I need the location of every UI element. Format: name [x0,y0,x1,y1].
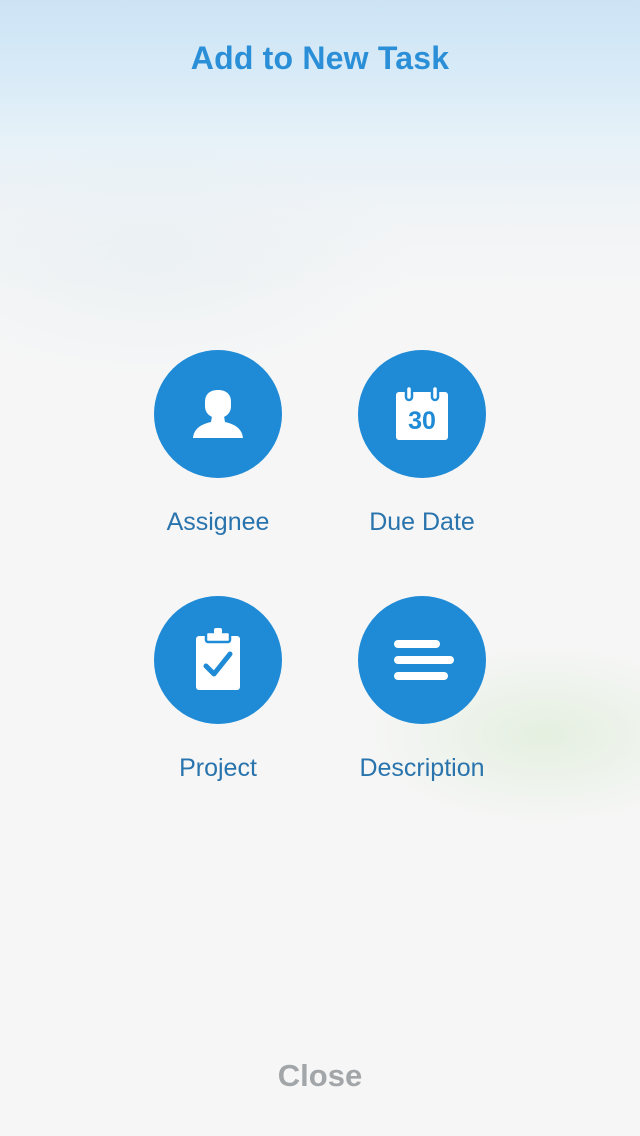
calendar-icon: 30 [396,384,448,440]
project-label: Project [179,754,257,782]
page-title: Add to New Task [190,40,450,76]
close-button[interactable]: Close [220,1052,420,1100]
project-option[interactable]: Project [108,596,328,796]
due-date-button[interactable]: 30 [358,350,486,478]
due-date-option[interactable]: 30 Due Date [312,350,532,550]
clipboard-check-icon [196,628,240,690]
assignee-label: Assignee [166,508,270,536]
assignee-option[interactable]: Assignee [108,350,328,550]
assignee-button[interactable] [154,350,282,478]
due-date-label: Due Date [369,508,475,536]
project-button[interactable] [154,596,282,724]
description-option[interactable]: Description [312,596,532,796]
description-label: Description [359,754,485,782]
calendar-date-text: 30 [408,407,436,435]
screen: Add to New Task Assignee 30 Due Date Pro… [0,0,640,1136]
person-icon [193,390,243,438]
text-lines-icon [394,640,454,680]
description-button[interactable] [358,596,486,724]
